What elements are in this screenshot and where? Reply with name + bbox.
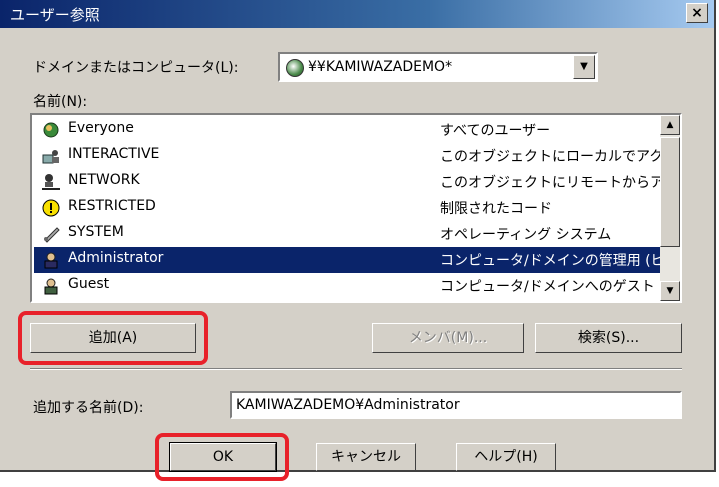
title-bar[interactable]: ユーザー参照 × <box>0 0 714 28</box>
user-icon <box>44 278 58 295</box>
list-item-desc: このオブジェクトにローカルでアクセス <box>440 149 682 165</box>
domain-label: ドメインまたはコンピュータ(L): <box>33 60 239 76</box>
list-item-desc: このオブジェクトにリモートからアクセ <box>440 175 682 191</box>
list-scrollbar[interactable]: ▲ ▼ <box>660 115 680 301</box>
network-user-icon <box>42 174 60 190</box>
list-item[interactable]: RESTRICTED 制限されたコード <box>34 195 662 221</box>
list-item-name: Everyone <box>68 120 134 136</box>
interactive-user-icon <box>42 150 59 164</box>
names-list[interactable]: Everyone すべてのユーザー INTERACTIVE このオブジェクトにロ… <box>30 113 682 303</box>
scroll-thumb[interactable] <box>660 137 680 247</box>
highlight-ok-button <box>155 433 289 481</box>
add-name-field[interactable]: KAMIWAZADEMO¥Administrator <box>230 391 682 419</box>
chevron-down-icon[interactable]: ▼ <box>573 55 595 79</box>
domain-select[interactable]: ¥¥KAMIWAZADEMO* ▼ <box>278 52 598 82</box>
list-item-name: INTERACTIVE <box>68 146 160 162</box>
close-button[interactable]: × <box>686 3 708 23</box>
list-item-desc: コンピュータ/ドメインの管理用 (ビ <box>440 253 665 269</box>
list-item[interactable]: INTERACTIVE このオブジェクトにローカルでアクセス <box>34 143 680 169</box>
list-item-desc: オペレーティング システム <box>440 227 612 243</box>
user-browse-dialog: ユーザー参照 × ドメインまたはコンピュータ(L): ¥¥KAMIWAZADEM… <box>0 0 716 472</box>
warning-icon <box>42 199 60 217</box>
members-button[interactable]: メンバ(M)... <box>372 323 524 353</box>
list-item[interactable]: SYSTEM オペレーティング システム <box>34 221 662 247</box>
add-name-label: 追加する名前(D): <box>33 400 144 416</box>
add-name-value: KAMIWAZADEMO¥Administrator <box>236 397 460 413</box>
names-label: 名前(N): <box>33 94 88 110</box>
list-item-name: Guest <box>68 276 110 292</box>
system-icon <box>44 227 60 243</box>
list-item-desc: コンピュータ/ドメインへのゲスト アク <box>440 279 682 295</box>
scroll-down-icon[interactable]: ▼ <box>660 281 680 301</box>
highlight-add-button <box>18 311 208 365</box>
help-button[interactable]: ヘルプ(H) <box>456 443 556 471</box>
computer-globe-icon <box>286 59 304 77</box>
list-item-name: NETWORK <box>68 172 140 188</box>
domain-value: ¥¥KAMIWAZADEMO* <box>308 59 453 75</box>
list-item-name: RESTRICTED <box>68 198 156 214</box>
search-button[interactable]: 検索(S)... <box>535 323 682 353</box>
globe-group-icon <box>43 122 59 138</box>
list-item-desc: 制限されたコード <box>440 201 552 217</box>
list-item[interactable]: Guest コンピュータ/ドメインへのゲスト アク <box>34 273 680 299</box>
list-item-name: SYSTEM <box>68 224 124 240</box>
user-icon <box>44 252 58 269</box>
list-item-selected[interactable]: Administrator コンピュータ/ドメインの管理用 (ビ <box>34 247 665 273</box>
list-item[interactable]: Everyone すべてのユーザー <box>34 117 662 143</box>
list-item-name: Administrator <box>68 250 164 266</box>
list-item[interactable]: NETWORK このオブジェクトにリモートからアクセ <box>34 169 680 195</box>
cancel-button[interactable]: キャンセル <box>316 443 416 471</box>
list-item-desc: すべてのユーザー <box>440 123 551 139</box>
separator <box>30 368 682 370</box>
scroll-up-icon[interactable]: ▲ <box>660 115 680 135</box>
window-title: ユーザー参照 <box>10 6 100 24</box>
